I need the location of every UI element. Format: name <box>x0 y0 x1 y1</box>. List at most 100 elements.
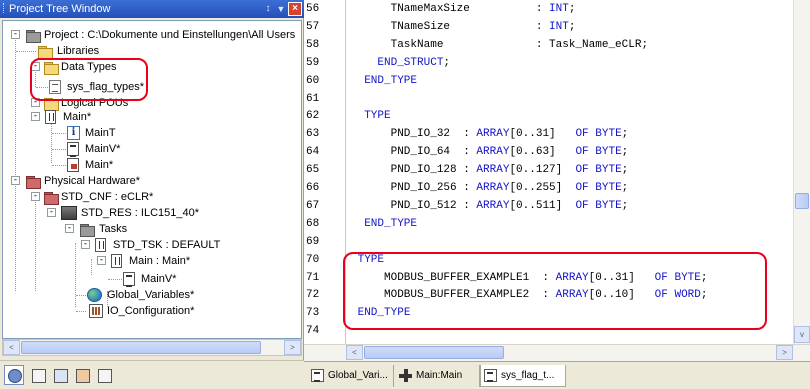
library-tab[interactable] <box>50 365 70 385</box>
collapse-icon[interactable]: - <box>81 240 90 249</box>
tree-node-main[interactable]: - Main* <box>3 109 203 125</box>
editor-vertical-scrollbar[interactable]: v <box>793 0 810 344</box>
tree-connector <box>52 165 66 166</box>
tree-node-tasks[interactable]: - Tasks <box>3 221 253 237</box>
scrollbar-thumb[interactable] <box>364 346 504 359</box>
folder-icon <box>43 96 59 111</box>
line-number: 60 <box>306 74 320 87</box>
tree-node-main-code[interactable]: Main* <box>3 157 203 173</box>
keyword: ARRAY <box>476 128 510 141</box>
collapse-icon[interactable]: - <box>11 176 20 185</box>
collapse-icon[interactable]: - <box>65 224 74 233</box>
tab-main-main[interactable]: Main:Main <box>396 365 480 387</box>
collapse-icon[interactable]: - <box>31 62 40 71</box>
tree-node-global-variables[interactable]: Global_Variables* <box>3 287 283 303</box>
tree-node-main-v[interactable]: MainV* <box>3 141 203 157</box>
project-tree-titlebar[interactable]: Project Tree Window ↕ ▼ × <box>0 0 304 18</box>
tree-node-label: MainV* <box>85 143 121 155</box>
scroll-right-icon[interactable]: > <box>284 340 301 355</box>
grip-icon[interactable] <box>3 3 6 13</box>
code-line[interactable]: TNameMaxSize : INT; <box>351 1 576 17</box>
scroll-left-icon[interactable]: < <box>346 345 363 360</box>
io-config-icon <box>89 304 103 318</box>
keyword: ARRAY <box>476 146 510 159</box>
tree-horizontal-scrollbar[interactable]: < > <box>2 339 302 356</box>
tree-node-label: MainT <box>85 127 116 139</box>
project-tree-title: Project Tree Window <box>9 3 111 15</box>
collapse-icon[interactable]: - <box>11 30 20 39</box>
tab-sys-flag-types[interactable]: sys_flag_t... <box>480 365 566 387</box>
code-line[interactable]: PND_IO_256 : ARRAY[0..255] OF BYTE; <box>351 180 629 196</box>
menu-arrow-icon[interactable]: ▼ <box>276 0 286 18</box>
code-line[interactable]: MODBUS_BUFFER_EXAMPLE1 : ARRAY[0..31] OF… <box>351 270 708 286</box>
configuration-icon <box>43 190 59 205</box>
tree-node-std-cnf[interactable]: - STD_CNF : eCLR* <box>3 189 253 205</box>
code-line[interactable]: END_STRUCT; <box>351 55 450 71</box>
code-line[interactable]: PND_IO_128 : ARRAY[0..127] OF BYTE; <box>351 162 629 178</box>
line-number: 69 <box>306 235 320 248</box>
code-line[interactable]: TYPE <box>351 252 384 268</box>
folder-icon <box>43 60 59 75</box>
scrollbar-thumb[interactable] <box>21 341 261 354</box>
line-number-gutter: 56 57 58 59 60 61 62 63 64 65 66 67 68 69 70 71 72 73 74 <box>304 0 346 344</box>
line-number: 62 <box>306 110 320 123</box>
collapse-icon[interactable]: - <box>97 256 106 265</box>
variables-tab[interactable] <box>72 365 92 385</box>
tab-global-variables[interactable]: Global_Vari... <box>308 365 394 387</box>
io-tab[interactable] <box>94 365 114 385</box>
code-editor[interactable]: 56 57 58 59 60 61 62 63 64 65 66 67 68 69 70 71 72 73 74 T… <box>304 0 810 361</box>
tree-toolbar <box>0 360 304 389</box>
code-line[interactable]: TaskName : Task_Name_eCLR; <box>351 37 648 53</box>
tree-node-main-main[interactable]: - Main : Main* <box>3 253 283 269</box>
tree-node-libraries[interactable]: Libraries <box>3 43 203 59</box>
tree-node-main-v-instance[interactable]: MainV* <box>3 271 283 287</box>
pin-icon[interactable]: ↕ <box>262 0 274 18</box>
line-number: 73 <box>306 307 320 320</box>
code-line[interactable]: PND_IO_512 : ARRAY[0..511] OF BYTE; <box>351 198 629 214</box>
edit-wizard-tab[interactable] <box>28 365 48 385</box>
collapse-icon[interactable]: - <box>31 98 40 107</box>
editor-horizontal-scrollbar[interactable]: < > <box>304 344 810 361</box>
keyword: END_TYPE <box>357 307 411 320</box>
code-line[interactable]: TNameSize : INT; <box>351 19 576 35</box>
keyword: ARRAY <box>555 289 589 302</box>
code-line[interactable]: PND_IO_64 : ARRAY[0..63] OF BYTE; <box>351 144 629 160</box>
tree-node-physical-hardware[interactable]: - Physical Hardware* <box>3 173 253 189</box>
close-icon[interactable]: × <box>288 2 302 16</box>
keyword: END_TYPE <box>364 217 418 230</box>
scrollbar-thumb[interactable] <box>795 193 809 209</box>
tree-node-data-types[interactable]: - Data Types <box>3 59 203 75</box>
keyword: TYPE <box>364 110 391 123</box>
collapse-icon[interactable]: - <box>47 208 56 217</box>
tree-node-label: STD_CNF : eCLR* <box>61 191 154 203</box>
project-tree-tab[interactable] <box>4 365 24 385</box>
collapse-icon[interactable]: - <box>31 192 40 201</box>
info-icon: i <box>67 126 80 140</box>
keyword: OF <box>575 182 589 194</box>
tree-node-std-res[interactable]: - STD_RES : ILC151_40* <box>3 205 253 221</box>
scroll-down-icon[interactable]: v <box>794 326 810 343</box>
tree-node-label: Tasks <box>99 223 128 235</box>
scroll-right-icon[interactable]: > <box>776 345 793 360</box>
tree-node-sys-flag-types[interactable]: sys_flag_types* <box>3 79 203 95</box>
collapse-icon[interactable]: - <box>31 112 40 121</box>
tree-node-io-configuration[interactable]: IO_Configuration* <box>3 303 283 319</box>
code-line[interactable]: MODBUS_BUFFER_EXAMPLE2 : ARRAY[0..10] OF… <box>351 287 708 303</box>
program-instance-icon <box>111 254 122 268</box>
code-line[interactable]: END_TYPE <box>351 305 411 321</box>
code-line[interactable]: END_TYPE <box>351 216 417 232</box>
code-line[interactable]: PND_IO_32 : ARRAY[0..31] OF BYTE; <box>351 126 629 142</box>
tree-node-std-tsk[interactable]: - STD_TSK : DEFAULT <box>3 237 283 253</box>
scroll-left-icon[interactable]: < <box>3 340 20 355</box>
keyword: BYTE <box>595 146 622 159</box>
code-line[interactable]: TYPE <box>351 108 391 124</box>
keyword: BYTE <box>595 164 622 177</box>
tree-connector <box>36 87 48 88</box>
tree-node-main-t[interactable]: i MainT <box>3 125 203 141</box>
code-area[interactable]: TNameMaxSize : INT; TNameSize : INT; Tas… <box>347 0 793 344</box>
code-line[interactable]: END_TYPE <box>351 73 417 89</box>
line-number: 71 <box>306 271 320 284</box>
keyword: TYPE <box>357 253 385 266</box>
tree-node-project[interactable]: - Project : C:\Dokumente und Einstellung… <box>3 27 301 43</box>
keyword: OF <box>654 271 668 284</box>
